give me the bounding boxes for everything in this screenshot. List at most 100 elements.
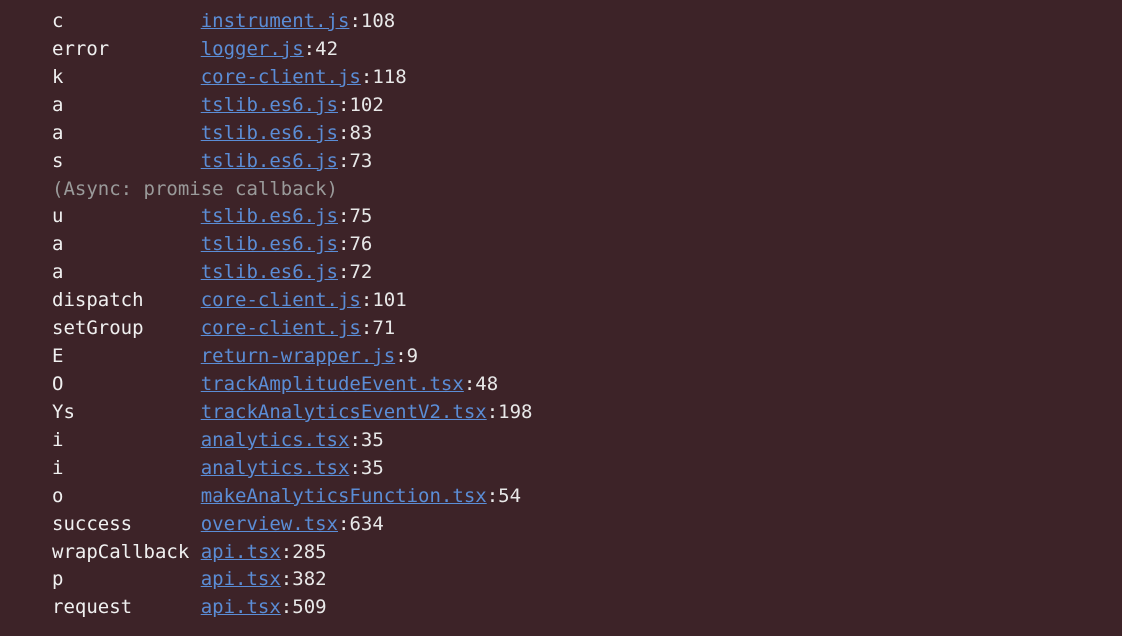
stack-row: k core-client.js:118 — [52, 64, 1122, 92]
stack-source-link[interactable]: logger.js — [201, 36, 304, 64]
stack-row: dispatch core-client.js:101 — [52, 287, 1122, 315]
stack-source-link[interactable]: makeAnalyticsFunction.tsx — [201, 483, 487, 511]
colon-separator: : — [338, 231, 349, 259]
stack-function-name: a — [52, 231, 201, 259]
colon-separator: : — [338, 148, 349, 176]
stack-source-link[interactable]: analytics.tsx — [201, 455, 350, 483]
colon-separator: : — [338, 120, 349, 148]
stack-row: error logger.js:42 — [52, 36, 1122, 64]
stack-line-number: 118 — [372, 64, 406, 92]
stack-row: s tslib.es6.js:73 — [52, 148, 1122, 176]
stack-function-name: a — [52, 259, 201, 287]
stack-source-link[interactable]: core-client.js — [201, 287, 361, 315]
stack-line-number: 72 — [349, 259, 372, 287]
stack-source-link[interactable]: tslib.es6.js — [201, 92, 338, 120]
colon-separator: : — [338, 259, 349, 287]
stack-source-link[interactable]: tslib.es6.js — [201, 148, 338, 176]
stack-row: u tslib.es6.js:75 — [52, 203, 1122, 231]
stack-source-link[interactable]: tslib.es6.js — [201, 231, 338, 259]
colon-separator: : — [338, 203, 349, 231]
stack-function-name: a — [52, 92, 201, 120]
stack-function-name: O — [52, 371, 201, 399]
stack-function-name: c — [52, 8, 201, 36]
stack-row: c instrument.js:108 — [52, 8, 1122, 36]
stack-line-number: 101 — [372, 287, 406, 315]
colon-separator: : — [464, 371, 475, 399]
colon-separator: : — [338, 92, 349, 120]
colon-separator: : — [361, 287, 372, 315]
colon-separator: : — [281, 566, 292, 594]
stack-row: p api.tsx:382 — [52, 566, 1122, 594]
stack-line-number: 35 — [361, 427, 384, 455]
stack-line-number: 83 — [349, 120, 372, 148]
stack-row: i analytics.tsx:35 — [52, 427, 1122, 455]
stack-line-number: 382 — [292, 566, 326, 594]
stack-source-link[interactable]: analytics.tsx — [201, 427, 350, 455]
stack-source-link[interactable]: tslib.es6.js — [201, 259, 338, 287]
colon-separator: : — [281, 539, 292, 567]
stack-row: a tslib.es6.js:102 — [52, 92, 1122, 120]
stack-row: E return-wrapper.js:9 — [52, 343, 1122, 371]
stack-function-name: i — [52, 455, 201, 483]
stack-function-name: i — [52, 427, 201, 455]
stack-function-name: setGroup — [52, 315, 201, 343]
stack-line-number: 198 — [498, 399, 532, 427]
stack-function-name: Ys — [52, 399, 201, 427]
stack-row: a tslib.es6.js:83 — [52, 120, 1122, 148]
stack-source-link[interactable]: api.tsx — [201, 594, 281, 622]
stack-function-name: dispatch — [52, 287, 201, 315]
colon-separator: : — [349, 455, 360, 483]
stack-source-link[interactable]: trackAnalyticsEventV2.tsx — [201, 399, 487, 427]
stack-source-link[interactable]: instrument.js — [201, 8, 350, 36]
stack-function-name: error — [52, 36, 201, 64]
stack-line-number: 54 — [498, 483, 521, 511]
stack-line-number: 42 — [315, 36, 338, 64]
stack-function-name: k — [52, 64, 201, 92]
stack-function-name: E — [52, 343, 201, 371]
stack-row: O trackAmplitudeEvent.tsx:48 — [52, 371, 1122, 399]
colon-separator: : — [349, 427, 360, 455]
stack-line-number: 71 — [372, 315, 395, 343]
stack-row: a tslib.es6.js:72 — [52, 259, 1122, 287]
stack-source-link[interactable]: return-wrapper.js — [201, 343, 395, 371]
stack-source-link[interactable]: tslib.es6.js — [201, 120, 338, 148]
stack-function-name: p — [52, 566, 201, 594]
stack-function-name: u — [52, 203, 201, 231]
stack-source-link[interactable]: overview.tsx — [201, 511, 338, 539]
colon-separator: : — [304, 36, 315, 64]
stack-row: setGroup core-client.js:71 — [52, 315, 1122, 343]
stack-line-number: 73 — [349, 148, 372, 176]
colon-separator: : — [395, 343, 406, 371]
colon-separator: : — [487, 483, 498, 511]
stack-source-link[interactable]: api.tsx — [201, 566, 281, 594]
stack-function-name: a — [52, 120, 201, 148]
stack-source-link[interactable]: api.tsx — [201, 539, 281, 567]
stack-source-link[interactable]: trackAmplitudeEvent.tsx — [201, 371, 464, 399]
stack-function-name: o — [52, 483, 201, 511]
stack-line-number: 35 — [361, 455, 384, 483]
stack-function-name: success — [52, 511, 201, 539]
stack-function-name: wrapCallback — [52, 539, 201, 567]
stack-line-number: 102 — [349, 92, 383, 120]
stack-line-number: 76 — [349, 231, 372, 259]
stack-line-number: 108 — [361, 8, 395, 36]
stack-line-number: 48 — [475, 371, 498, 399]
colon-separator: : — [338, 511, 349, 539]
stack-line-number: 634 — [349, 511, 383, 539]
stack-source-link[interactable]: core-client.js — [201, 64, 361, 92]
stack-source-link[interactable]: core-client.js — [201, 315, 361, 343]
stack-line-number: 9 — [407, 343, 418, 371]
stack-row: a tslib.es6.js:76 — [52, 231, 1122, 259]
colon-separator: : — [361, 64, 372, 92]
stack-row: success overview.tsx:634 — [52, 511, 1122, 539]
stack-line-number: 75 — [349, 203, 372, 231]
stack-trace: c instrument.js:108error logger.js:42k c… — [52, 8, 1122, 622]
stack-function-name: s — [52, 148, 201, 176]
stack-line-number: 509 — [292, 594, 326, 622]
colon-separator: : — [349, 8, 360, 36]
stack-source-link[interactable]: tslib.es6.js — [201, 203, 338, 231]
colon-separator: : — [281, 594, 292, 622]
stack-row: Ys trackAnalyticsEventV2.tsx:198 — [52, 399, 1122, 427]
stack-row: wrapCallback api.tsx:285 — [52, 539, 1122, 567]
stack-row: (Async: promise callback) — [52, 176, 1122, 204]
